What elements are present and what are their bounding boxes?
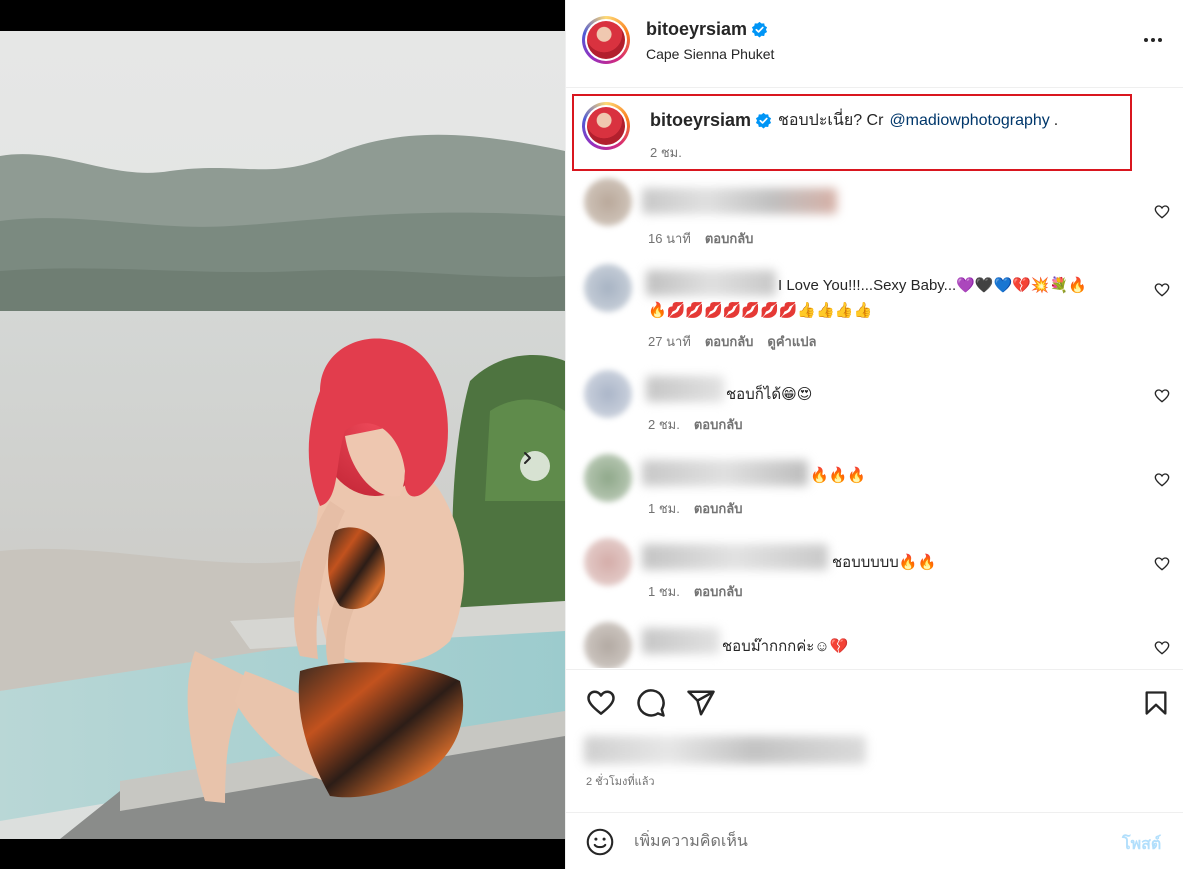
verified-badge-icon [755,112,772,129]
comment-like-icon[interactable] [1154,472,1170,488]
reply-button[interactable]: ตอบกลับ [694,581,743,602]
comment-like-icon[interactable] [1154,556,1170,572]
header-username[interactable]: bitoeyrsiam [646,19,747,40]
caption-time: 2 ชม. [650,145,682,160]
comment-item: ชอบก็ได้😁😍 2 ชม. ตอบกลับ [566,366,1183,446]
more-horizontal-icon [1144,38,1148,42]
next-slide-button[interactable] [520,451,550,481]
translate-button[interactable]: ดูคำแปล [767,331,816,352]
avatar[interactable] [582,16,630,64]
comment-text: 🔥🔥🔥 [810,467,867,484]
post-header: bitoeyrsiam Cape Sienna Phuket [566,0,1183,88]
comment-item: I Love You!!!...Sexy Baby...💜🖤💙💔💥💐🔥 🔥💋💋💋… [566,260,1183,360]
post-timestamp: 2 ชั่วโมงที่แล้ว [586,776,655,788]
likes-count-blurred [584,736,866,764]
add-comment-bar: โพสต์ [566,812,1183,869]
caption-text: ชอบปะเนี่ย? Cr [778,112,884,129]
comment-item: 🔥🔥🔥 1 ชม. ตอบกลับ [566,450,1183,530]
comment-time: 27 นาที [648,334,691,349]
caption-trailing: . [1053,111,1059,129]
comment-text: ชอบม๊ากกกค่ะ☺💔 [722,638,849,655]
photo-image [0,31,565,839]
comment-time: 1 ชม. [648,584,680,599]
location-label[interactable]: Cape Sienna Phuket [646,46,774,62]
comment-like-icon[interactable] [1154,282,1170,298]
comment-like-icon[interactable] [1154,388,1170,404]
reply-button[interactable]: ตอบกลับ [694,414,743,435]
blurred-username [642,628,720,654]
comment-time: 2 ชม. [648,417,680,432]
comment-text: I Love You!!!...Sexy Baby...💜🖤💙💔💥💐🔥 [778,277,1087,294]
post-caption: bitoeyrsiam ชอบปะเนี่ย? Cr @madiowphotog… [572,94,1132,171]
verified-badge-icon [751,21,768,38]
comment-text: ชอบก็ได้😁😍 [726,386,813,403]
reply-button[interactable]: ตอบกลับ [694,498,743,519]
action-bar: 2 ชั่วโมงที่แล้ว [566,669,1183,829]
comment-time: 1 ชม. [648,501,680,516]
comment-input[interactable] [634,830,1104,854]
post-comment-button[interactable]: โพสต์ [1122,832,1161,857]
comment-avatar[interactable] [584,622,632,668]
comment-list: 16 นาที ตอบกลับ I Love You!!!...Sexy Bab… [566,172,1183,668]
post-photo [0,31,565,839]
blurred-username [646,270,776,296]
caption-username[interactable]: bitoeyrsiam [650,110,751,131]
emoji-smile-icon[interactable] [586,828,614,856]
comment-like-icon[interactable] [1154,204,1170,220]
blurred-username [646,376,724,402]
comment-icon[interactable] [636,688,666,718]
send-icon[interactable] [686,688,716,718]
comment-time: 16 นาที [648,231,691,246]
blurred-username [642,460,808,486]
comment-item: 16 นาที ตอบกลับ [566,176,1183,256]
comment-item: ชอบม๊ากกกค่ะ☺💔 [566,618,1183,668]
caption-mention-link[interactable]: @madiowphotography [889,112,1049,130]
comment-like-icon[interactable] [1154,640,1170,656]
comment-avatar[interactable] [584,538,632,586]
reply-button[interactable]: ตอบกลับ [705,228,754,249]
comment-avatar[interactable] [584,370,632,418]
bookmark-icon[interactable] [1142,688,1170,718]
heart-icon[interactable] [586,688,616,718]
reply-button[interactable]: ตอบกลับ [705,331,754,352]
comment-avatar[interactable] [584,264,632,312]
comment-text: ชอบบบบบ🔥🔥 [832,554,937,571]
post-media [0,0,565,869]
comment-item: ชอบบบบบ🔥🔥 1 ชม. ตอบกลับ [566,534,1183,614]
comment-avatar[interactable] [584,454,632,502]
chevron-right-icon [524,452,531,464]
blurred-username [642,544,828,570]
post-detail-panel: bitoeyrsiam Cape Sienna Phuket bitoeyrsi… [565,0,1183,869]
caption-avatar[interactable] [582,102,630,150]
comment-avatar[interactable] [584,178,632,226]
blurred-username [642,188,837,214]
more-options-button[interactable] [1144,38,1162,42]
comment-text-continued: 🔥💋💋💋💋💋💋💋👍👍👍👍 [648,302,873,319]
